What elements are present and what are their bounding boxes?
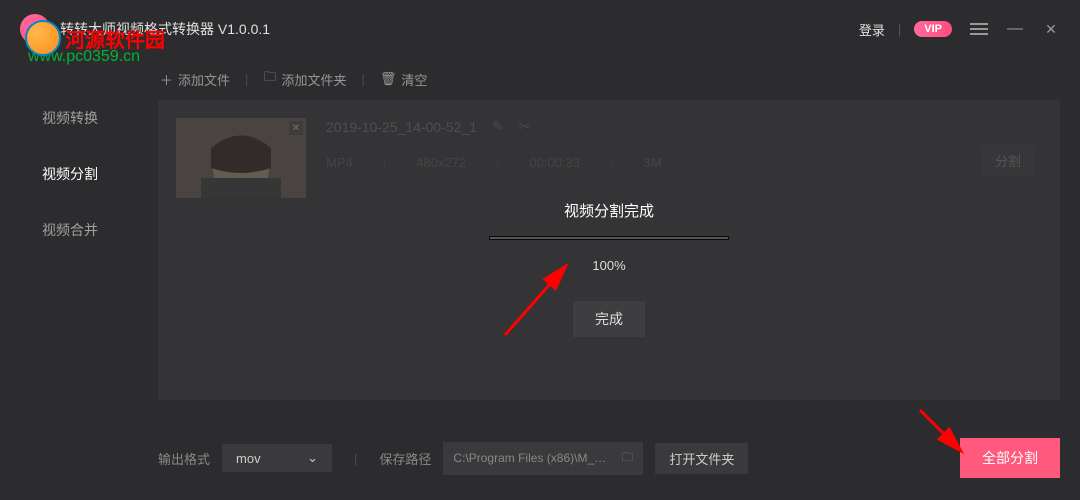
sidebar-item-convert[interactable]: 视频转换 — [42, 108, 98, 128]
folder-icon: 🗀 — [263, 68, 276, 90]
bottom-bar: 输出格式 mov ⌄ | 保存路径 C:\Program Files (x86)… — [0, 428, 1080, 488]
add-folder-button[interactable]: 🗀 添加文件夹 — [263, 68, 346, 90]
sidebar: 视频转换 视频分割 视频合并 — [0, 58, 140, 428]
close-icon[interactable] — [1042, 20, 1060, 38]
path-label: 保存路径 — [379, 449, 431, 468]
path-value: C:\Program Files (x86)\M_VDC — [453, 451, 613, 465]
trash-icon: 🗑 — [380, 71, 397, 87]
format-select[interactable]: mov ⌄ — [222, 444, 332, 472]
separator: | — [245, 72, 248, 87]
add-file-button[interactable]: ＋ 添加文件 — [160, 70, 230, 89]
minimize-icon[interactable] — [1006, 20, 1024, 38]
add-folder-label: 添加文件夹 — [281, 70, 346, 89]
overlay-title: 视频分割完成 — [564, 200, 654, 221]
sidebar-item-split[interactable]: 视频分割 — [42, 164, 98, 184]
format-label: 输出格式 — [158, 449, 210, 468]
clear-label: 清空 — [401, 70, 427, 89]
format-value: mov — [236, 451, 261, 466]
done-button[interactable]: 完成 — [573, 301, 645, 337]
separator: | — [354, 451, 357, 466]
toolbar: ＋ 添加文件 | 🗀 添加文件夹 | 🗑 清空 — [140, 58, 1060, 100]
separator: | — [361, 72, 364, 87]
sidebar-item-merge[interactable]: 视频合并 — [42, 220, 98, 240]
split-all-button[interactable]: 全部分割 — [960, 438, 1060, 478]
divider: | — [898, 22, 901, 37]
progress-bar — [489, 236, 729, 240]
open-folder-button[interactable]: 打开文件夹 — [655, 443, 748, 474]
main-area: 视频转换 视频分割 视频合并 ＋ 添加文件 | 🗀 添加文件夹 | 🗑 清空 — [0, 58, 1080, 428]
progress-overlay: 视频分割完成 100% 完成 — [158, 100, 1060, 400]
clear-button[interactable]: 🗑 清空 — [380, 70, 428, 89]
folder-icon[interactable]: 🗀 — [621, 448, 633, 469]
plus-icon: ＋ — [160, 70, 173, 89]
watermark-text: 河源软件园 — [65, 24, 165, 53]
watermark-icon — [25, 20, 61, 56]
vip-badge[interactable]: VIP — [914, 21, 952, 37]
progress-fill — [490, 237, 728, 239]
path-input[interactable]: C:\Program Files (x86)\M_VDC 🗀 — [443, 442, 643, 475]
add-file-label: 添加文件 — [178, 70, 230, 89]
progress-percent: 100% — [592, 258, 625, 273]
watermark: 河源软件园 — [25, 20, 165, 56]
menu-icon[interactable] — [970, 20, 988, 38]
chevron-down-icon: ⌄ — [307, 450, 318, 466]
login-link[interactable]: 登录 — [859, 20, 885, 39]
